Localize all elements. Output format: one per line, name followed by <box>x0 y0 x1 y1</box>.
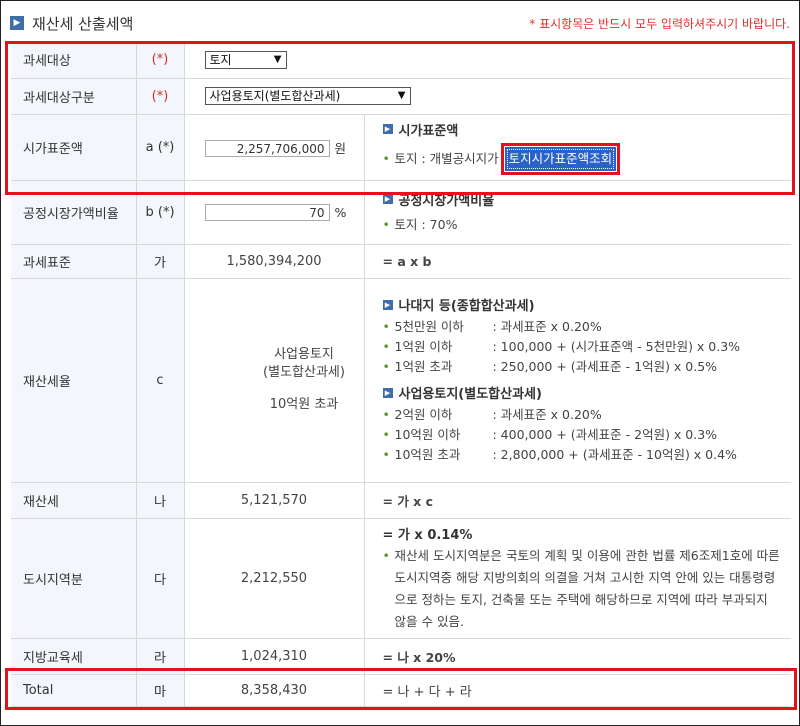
tax-base-value: 1,580,394,200 <box>184 244 365 279</box>
chevron-down-icon: ▼ <box>273 53 282 65</box>
tax-rate-type: 사업용토지 <box>274 347 334 362</box>
bullet-icon: • <box>382 339 390 354</box>
list-item: • 1억원 초과: 250,000 + (과세표준 - 1억원) x 0.5% <box>383 357 792 377</box>
tax-rate-type-sub: (별도합산과세) <box>263 365 345 380</box>
section-title: 재산세 산출세액 <box>32 14 134 33</box>
bullet-icon: • <box>382 359 390 374</box>
row-standard-price: 시가표준액 a (*) 2,257,706,000 원 ▶ 시가표준액 • 토지 : … <box>11 114 792 181</box>
desc-title: ▶ 사업용토지(별도합산과세) <box>382 383 792 402</box>
land-price-lookup-button[interactable]: 토지시가표준액조회 <box>504 146 617 171</box>
edu-tax-formula: = 나 x 20% <box>364 638 791 675</box>
row-symbol: 라 <box>136 638 185 675</box>
unit-label: % <box>334 204 347 220</box>
row-symbol: 다 <box>136 518 185 639</box>
chevron-right-icon: ▶ <box>382 124 393 134</box>
row-label: Total <box>11 674 137 707</box>
row-desc: ▶ 시가표준액 • 토지 : 개별공시지가 토지시가표준액조회 <box>364 114 792 181</box>
list-item: • 10억원 이하: 400,000 + (과세표준 - 2억원) x 0.3% <box>383 425 792 445</box>
chevron-right-icon: ▶ <box>382 299 393 310</box>
row-symbol: 나 <box>136 482 185 519</box>
tax-calc-table: 과세대상 (*) 토지 ▼ 과세대상구분 (*) 사업용토지(별도합산과세) ▼ 시… <box>11 42 791 707</box>
tax-class-select[interactable]: 사업용토지(별도합산과세) ▼ <box>204 87 411 105</box>
row-market-ratio: 공정시장가액비율 b (*) 70% ▶ 공정시장가액비율 • 토지 : 70% <box>11 180 792 245</box>
bullet-icon: • <box>382 447 390 462</box>
row-label: 과세대상구분 <box>11 78 137 115</box>
chevron-down-icon: ▼ <box>397 90 406 101</box>
row-symbol: c <box>136 278 185 483</box>
property-tax-value: 5,121,570 <box>184 482 365 519</box>
row-label: 지방교육세 <box>11 638 137 675</box>
bullet-icon: • <box>382 216 390 232</box>
row-symbol: (*) <box>136 78 185 115</box>
desc-item: • 토지 : 70% <box>383 215 792 235</box>
row-label: 공정시장가액비율 <box>11 180 137 245</box>
row-label: 재산세 <box>11 482 137 519</box>
row-tax-base: 과세표준 가 1,580,394,200 = a x b <box>11 244 791 279</box>
row-property-tax: 재산세 나 5,121,570 = 가 x c <box>11 482 791 519</box>
tax-object-select[interactable]: 토지 ▼ <box>204 50 287 69</box>
rate-list-2: • 2억원 이하: 과세표준 x 0.20% • 10억원 이하: 400,000 … <box>383 405 792 465</box>
city-tax-formula: = 가 x 0.14% <box>382 527 473 543</box>
list-item: • 1억원 이하: 100,000 + (시가표준액 - 5천만원) x 0.3% <box>383 337 792 357</box>
row-label: 과세표준 <box>11 244 137 279</box>
desc-item: • 토지 : 개별공시지가 토지시가표준액조회 <box>382 142 792 175</box>
row-input-cell: 사업용토지(별도합산과세) ▼ <box>184 78 791 115</box>
row-total: Total 마 8,358,430 = 나 + 다 + 라 <box>11 674 791 707</box>
row-label: 도시지역분 <box>11 518 137 639</box>
row-input-cell: 70% <box>184 180 365 245</box>
list-item: • 10억원 초과: 2,800,000 + (과세표준 - 10억원) x 0.… <box>383 445 792 465</box>
bullet-icon: • <box>382 150 390 166</box>
bullet-icon: • <box>382 427 390 442</box>
row-symbol: a (*) <box>136 114 185 181</box>
list-item: • 5천만원 이하: 과세표준 x 0.20% <box>383 317 792 337</box>
city-tax-note: • 재산세 도시지역분은 국토의 계획 및 이용에 관한 법률 제6조제1호에 따… <box>383 545 784 633</box>
row-city-tax: 도시지역분 다 2,212,550 = 가 x 0.14% • 재산세 도시지역분… <box>11 518 791 639</box>
bullet-icon: • <box>382 407 390 422</box>
total-formula: = 나 + 다 + 라 <box>364 674 791 707</box>
row-input-cell: 2,257,706,000 원 <box>184 114 365 181</box>
desc-title: ▶ 시가표준액 <box>382 120 792 139</box>
desc-title: ▶ 나대지 등(종합합산과세) <box>382 295 792 314</box>
list-item: • 2억원 이하: 과세표준 x 0.20% <box>383 405 792 425</box>
standard-price-input[interactable]: 2,257,706,000 <box>204 139 330 157</box>
row-symbol: b (*) <box>136 180 185 245</box>
row-label: 시가표준액 <box>11 114 137 181</box>
row-edu-tax: 지방교육세 라 1,024,310 = 나 x 20% <box>11 638 791 675</box>
row-tax-class: 과세대상구분 (*) 사업용토지(별도합산과세) ▼ <box>11 78 791 115</box>
total-value: 8,358,430 <box>184 674 365 707</box>
row-symbol: (*) <box>136 42 185 79</box>
unit-label: 원 <box>334 140 347 156</box>
edu-tax-value: 1,024,310 <box>184 638 365 675</box>
tax-rate-bracket: 10억원 초과 <box>269 397 339 412</box>
row-tax-object: 과세대상 (*) 토지 ▼ <box>11 42 791 79</box>
row-input-cell: 토지 ▼ <box>184 42 791 79</box>
chevron-right-icon: ▶ <box>10 16 24 30</box>
property-tax-formula: = 가 x c <box>364 482 791 519</box>
section-header: ▶ 재산세 산출세액 <box>10 12 133 34</box>
chevron-right-icon: ▶ <box>382 194 393 204</box>
row-tax-rate: 재산세율 c 사업용토지 (별도합산과세) 10억원 초과 ▶ 나대지 등(종합합… <box>11 278 792 483</box>
lookup-highlight: 토지시가표준액조회 <box>500 142 621 175</box>
required-note: * 표시항목은 반드시 모두 입력하셔주시기 바랍니다. <box>529 17 790 31</box>
row-desc: ▶ 나대지 등(종합합산과세) • 5천만원 이하: 과세표준 x 0.20% • 1… <box>364 278 792 483</box>
city-tax-value: 2,212,550 <box>184 518 365 639</box>
desc-title: ▶ 공정시장가액비율 <box>382 190 792 209</box>
row-label: 과세대상 <box>11 42 137 79</box>
chevron-right-icon: ▶ <box>382 387 393 398</box>
bullet-icon: • <box>382 319 390 334</box>
rate-list-1: • 5천만원 이하: 과세표준 x 0.20% • 1억원 이하: 100,000 … <box>383 317 792 377</box>
tax-base-formula: = a x b <box>364 244 791 279</box>
bullet-icon: • <box>382 547 390 563</box>
market-ratio-input[interactable]: 70 <box>204 203 330 221</box>
row-desc: ▶ 공정시장가액비율 • 토지 : 70% <box>364 180 792 245</box>
row-label: 재산세율 <box>11 278 137 483</box>
row-desc: = 가 x 0.14% • 재산세 도시지역분은 국토의 계획 및 이용에 관한 … <box>364 518 791 639</box>
row-symbol: 마 <box>136 674 185 707</box>
tax-rate-value: 사업용토지 (별도합산과세) 10억원 초과 <box>184 278 365 483</box>
row-symbol: 가 <box>136 244 185 279</box>
